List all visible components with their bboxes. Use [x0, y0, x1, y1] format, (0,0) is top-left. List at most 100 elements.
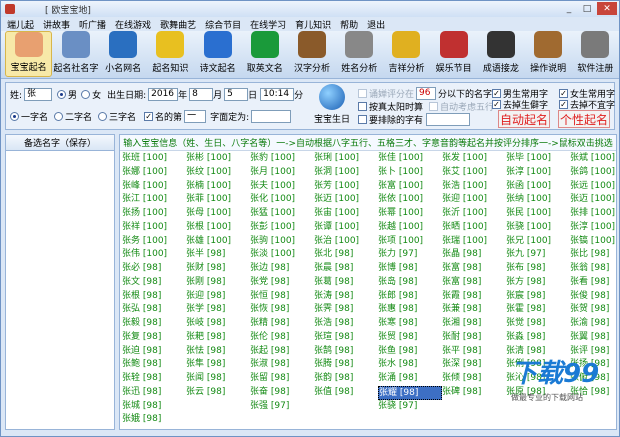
name-cell[interactable]: 张复 [98] [122, 331, 186, 345]
name-cell[interactable]: 张怯 [98] [186, 345, 250, 359]
name-cell[interactable]: 张财 [98] [186, 262, 250, 276]
name-cell[interactable]: 张鸽 [100] [570, 166, 620, 180]
name-cell[interactable]: 张治 [100] [314, 235, 378, 249]
solar-time-checkbox[interactable] [358, 102, 367, 111]
name-cell[interactable]: 张毅 [98] [122, 317, 186, 331]
name-cell[interactable]: 张楠 [100] [186, 180, 250, 194]
name-cell[interactable]: 张寒 [98] [378, 317, 442, 331]
name-cell[interactable]: 张涌 [98] [378, 372, 442, 386]
menu-item-2[interactable]: 听广播 [79, 18, 106, 31]
name-cell[interactable]: 张迎 [98] [186, 290, 250, 304]
name-cell[interactable]: 张倾 [98] [442, 372, 506, 386]
name-cell[interactable]: 张看 [98] [570, 276, 620, 290]
name-cell[interactable]: 张卜 [100] [378, 166, 442, 180]
name-cell[interactable]: 张文 [98] [122, 276, 186, 290]
name-cell[interactable]: 张霁 [98] [314, 303, 378, 317]
toolbar-button-7[interactable]: 姓名分析 [336, 31, 383, 77]
name-cell[interactable]: 张觉 [98] [506, 317, 570, 331]
name-cell[interactable]: 张迈 [100] [570, 193, 620, 207]
toolbar-button-3[interactable]: 起名知识 [147, 31, 194, 77]
name-cell[interactable]: 张晶 [98] [442, 248, 506, 262]
maximize-button[interactable]: □ [579, 2, 595, 15]
menu-item-4[interactable]: 歌舞曲艺 [160, 18, 196, 31]
name-cell[interactable]: 张民 [100] [506, 207, 570, 221]
name-cell[interactable]: 张发 [100] [442, 152, 506, 166]
name-cell[interactable]: 张鹄 [98] [314, 345, 378, 359]
name-cell[interactable]: 张贸 [98] [378, 331, 442, 345]
remove-rare-checkbox[interactable]: ✓ [492, 100, 501, 109]
name-cell[interactable]: 张岐 [98] [186, 317, 250, 331]
name-cell[interactable]: 张豹 [100] [250, 152, 314, 166]
surname-input[interactable]: 张 [24, 88, 53, 101]
name-cell[interactable]: 张艾 [100] [442, 166, 506, 180]
name-cell[interactable]: 张伦 [98] [250, 331, 314, 345]
name-cell[interactable] [442, 400, 506, 414]
name-cell[interactable]: 张弘 [98] [122, 303, 186, 317]
name-cell[interactable]: 张娥 [98] [122, 413, 186, 427]
name-cell[interactable]: 张必 [98] [122, 262, 186, 276]
name-cell[interactable]: 张骁 [100] [506, 221, 570, 235]
name-cell[interactable]: 张佳 [100] [378, 152, 442, 166]
name-cell[interactable]: 张峰 [100] [122, 180, 186, 194]
menu-item-9[interactable]: 退出 [367, 18, 385, 31]
year-input[interactable]: 2016 [148, 88, 179, 101]
name-cell[interactable]: 张娜 [100] [122, 166, 186, 180]
name-cell[interactable]: 张根 [98] [122, 290, 186, 304]
name-cell[interactable]: 张洞 [100] [314, 166, 378, 180]
name-cell[interactable]: 张项 [100] [378, 235, 442, 249]
toolbar-button-5[interactable]: 取英文名 [241, 31, 288, 77]
name-cell[interactable]: 张淼 [98] [506, 331, 570, 345]
name-cell[interactable]: 张淳 [100] [570, 221, 620, 235]
toolbar-button-10[interactable]: 成语接龙 [477, 31, 524, 77]
name-cell[interactable]: 张平 [98] [442, 345, 506, 359]
name-cell[interactable]: 张比 [98] [570, 248, 620, 262]
name-cell[interactable] [314, 400, 378, 414]
name-cell[interactable]: 张辁 [98] [122, 372, 186, 386]
toolbar-button-9[interactable]: 娱乐节目 [430, 31, 477, 77]
name-cell[interactable]: 张纳 [100] [506, 193, 570, 207]
name-cell[interactable]: 张留 [98] [250, 372, 314, 386]
auto-five-checkbox[interactable] [429, 102, 439, 111]
minimize-button[interactable]: _ [561, 2, 577, 15]
female-common-checkbox[interactable]: ✓ [559, 89, 568, 98]
name-cell[interactable] [186, 413, 250, 427]
name-cell[interactable]: 张学 [98] [186, 303, 250, 317]
name-cell[interactable]: 张迅 [98] [122, 386, 186, 400]
name-cell[interactable]: 张鱼 [98] [378, 345, 442, 359]
name-cell[interactable]: 张祥 [100] [122, 221, 186, 235]
name-cell[interactable]: 张翼 [98] [570, 331, 620, 345]
menu-item-7[interactable]: 育儿知识 [295, 18, 331, 31]
toolbar-button-11[interactable]: 操作说明 [525, 31, 572, 77]
name-cell[interactable]: 张彬 [100] [186, 152, 250, 166]
toolbar-button-4[interactable]: 诗文起名 [194, 31, 241, 77]
name-nth-select[interactable]: 一 [184, 110, 207, 123]
name-cell[interactable]: 张夫 [100] [250, 180, 314, 194]
male-common-checkbox[interactable]: ✓ [492, 89, 501, 98]
name-cell[interactable]: 张葛 [98] [314, 276, 378, 290]
name-cell[interactable]: 张刚 [98] [186, 276, 250, 290]
name-cell[interactable]: 张淳 [100] [506, 166, 570, 180]
name-cell[interactable]: 张宸 [98] [506, 290, 570, 304]
name-cell[interactable]: 张伟 [100] [122, 248, 186, 262]
name-cell[interactable]: 张兼 [98] [442, 303, 506, 317]
two-char-radio[interactable] [54, 112, 64, 121]
exclude-checkbox[interactable] [358, 115, 367, 124]
name-cell[interactable]: 张晨 [98] [314, 262, 378, 276]
name-cell[interactable]: 张函 [100] [506, 180, 570, 194]
name-cell[interactable]: 张浩 [98] [314, 317, 378, 331]
name-cell[interactable]: 张强 [97] [250, 400, 314, 414]
name-cell[interactable]: 张耙 [98] [186, 331, 250, 345]
name-cell[interactable]: 张富 [98] [442, 262, 506, 276]
name-cell[interactable]: 张霞 [98] [442, 290, 506, 304]
name-cell[interactable]: 张毕 [100] [506, 152, 570, 166]
toolbar-button-2[interactable]: 小名网名 [100, 31, 147, 77]
name-cell[interactable]: 张斌 [100] [570, 152, 620, 166]
name-cell[interactable]: 张奋 [98] [250, 386, 314, 400]
toolbar-button-12[interactable]: 软件注册 [572, 31, 619, 77]
name-cell[interactable]: 张恢 [98] [250, 303, 314, 317]
toolbar-button-8[interactable]: 吉祥分析 [383, 31, 430, 77]
name-nth-checkbox[interactable]: ✓ [144, 112, 154, 121]
toolbar-button-6[interactable]: 汉字分析 [288, 31, 335, 77]
menu-item-5[interactable]: 综合节目 [205, 18, 241, 31]
name-cell[interactable]: 张雄 [100] [186, 235, 250, 249]
